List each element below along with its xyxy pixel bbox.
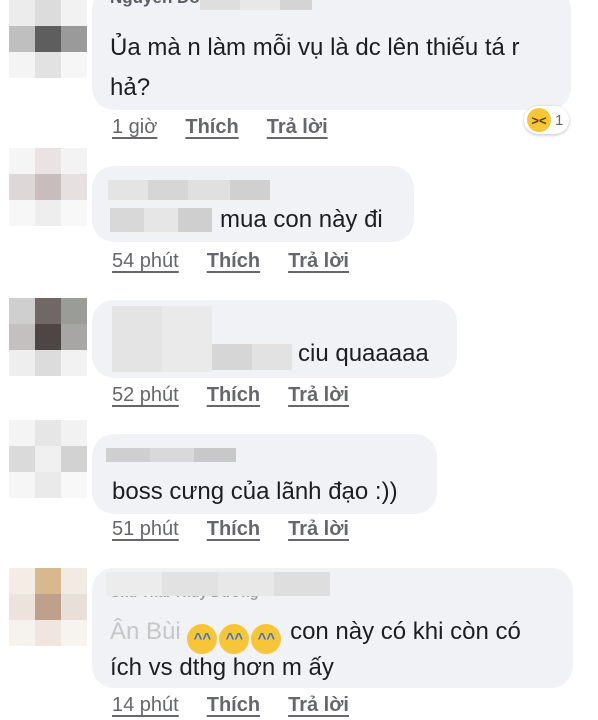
blurred-name xyxy=(112,306,212,372)
reply-button[interactable]: Trả lời xyxy=(288,250,349,273)
comment-bubble: ciu quaaaaa xyxy=(92,300,457,378)
comment-bubble: boss cưng của lãnh đạo :)) xyxy=(92,434,437,514)
reaction-count: 1 xyxy=(555,111,564,129)
reply-button[interactable]: Trả lời xyxy=(267,116,328,139)
avatar[interactable] xyxy=(9,0,87,78)
blurred-name xyxy=(200,0,312,10)
blurred-name xyxy=(106,448,236,462)
like-button[interactable]: Thích xyxy=(207,250,260,273)
avatar[interactable] xyxy=(9,420,87,498)
blurred-mention xyxy=(212,344,292,370)
avatar[interactable] xyxy=(9,568,87,646)
comment-actions: 54 phút Thích Trả lời xyxy=(112,250,349,273)
like-button[interactable]: Thích xyxy=(185,116,238,139)
blurred-mention xyxy=(110,208,212,232)
reply-button[interactable]: Trả lời xyxy=(288,384,349,407)
comment-actions: 51 phút Thích Trả lời xyxy=(112,518,349,541)
laughing-emoji-icon: >< xyxy=(527,108,551,132)
comment-text: mua con này đi xyxy=(220,206,383,233)
avatar[interactable] xyxy=(9,298,87,376)
like-button[interactable]: Thích xyxy=(207,694,260,717)
comment-text-line2: hả? xyxy=(110,74,151,101)
timestamp[interactable]: 52 phút xyxy=(112,384,179,407)
timestamp[interactable]: 1 giờ xyxy=(112,116,157,139)
mention-tag[interactable]: Ân Bùi xyxy=(110,618,181,645)
timestamp[interactable]: 14 phút xyxy=(112,694,179,717)
timestamp[interactable]: 51 phút xyxy=(112,518,179,541)
comment-bubble: mua con này đi xyxy=(92,166,414,242)
blurred-name xyxy=(108,180,270,200)
like-button[interactable]: Thích xyxy=(207,384,260,407)
comment-author[interactable]: Nguyễn Đô xyxy=(110,0,200,8)
reaction-summary[interactable]: >< 1 xyxy=(524,106,570,134)
comment-actions: 1 giờ Thích Trả lời xyxy=(112,116,328,139)
comment-text: Ủa mà n làm mỗi vụ là dc lên thiếu tá r xyxy=(110,34,520,61)
like-button[interactable]: Thích xyxy=(207,518,260,541)
reply-button[interactable]: Trả lời xyxy=(288,518,349,541)
comment-bubble: Nguyễn Đô Ủa mà n làm mỗi vụ là dc lên t… xyxy=(92,0,571,110)
comment-text: ciu quaaaaa xyxy=(298,340,429,367)
avatar[interactable] xyxy=(9,148,87,226)
comment-actions: 14 phút Thích Trả lời xyxy=(112,694,349,717)
comment-text: Ân Bùi ^^ ^^ ^^ con này có khi còn có xyxy=(110,614,521,654)
comment-text-line2: ích vs dthg hơn m ấy xyxy=(110,654,334,681)
comment-bubble: Chu Thái Thùy Dương Ân Bùi ^^^^^^ con nà… xyxy=(92,568,573,688)
blurred-name xyxy=(106,572,330,596)
comment-text-line1: con này có khi còn có xyxy=(290,618,521,645)
comment-text: boss cưng của lãnh đạo :)) xyxy=(112,478,398,505)
timestamp[interactable]: 54 phút xyxy=(112,250,179,273)
reply-button[interactable]: Trả lời xyxy=(288,694,349,717)
comment-actions: 52 phút Thích Trả lời xyxy=(112,384,349,407)
